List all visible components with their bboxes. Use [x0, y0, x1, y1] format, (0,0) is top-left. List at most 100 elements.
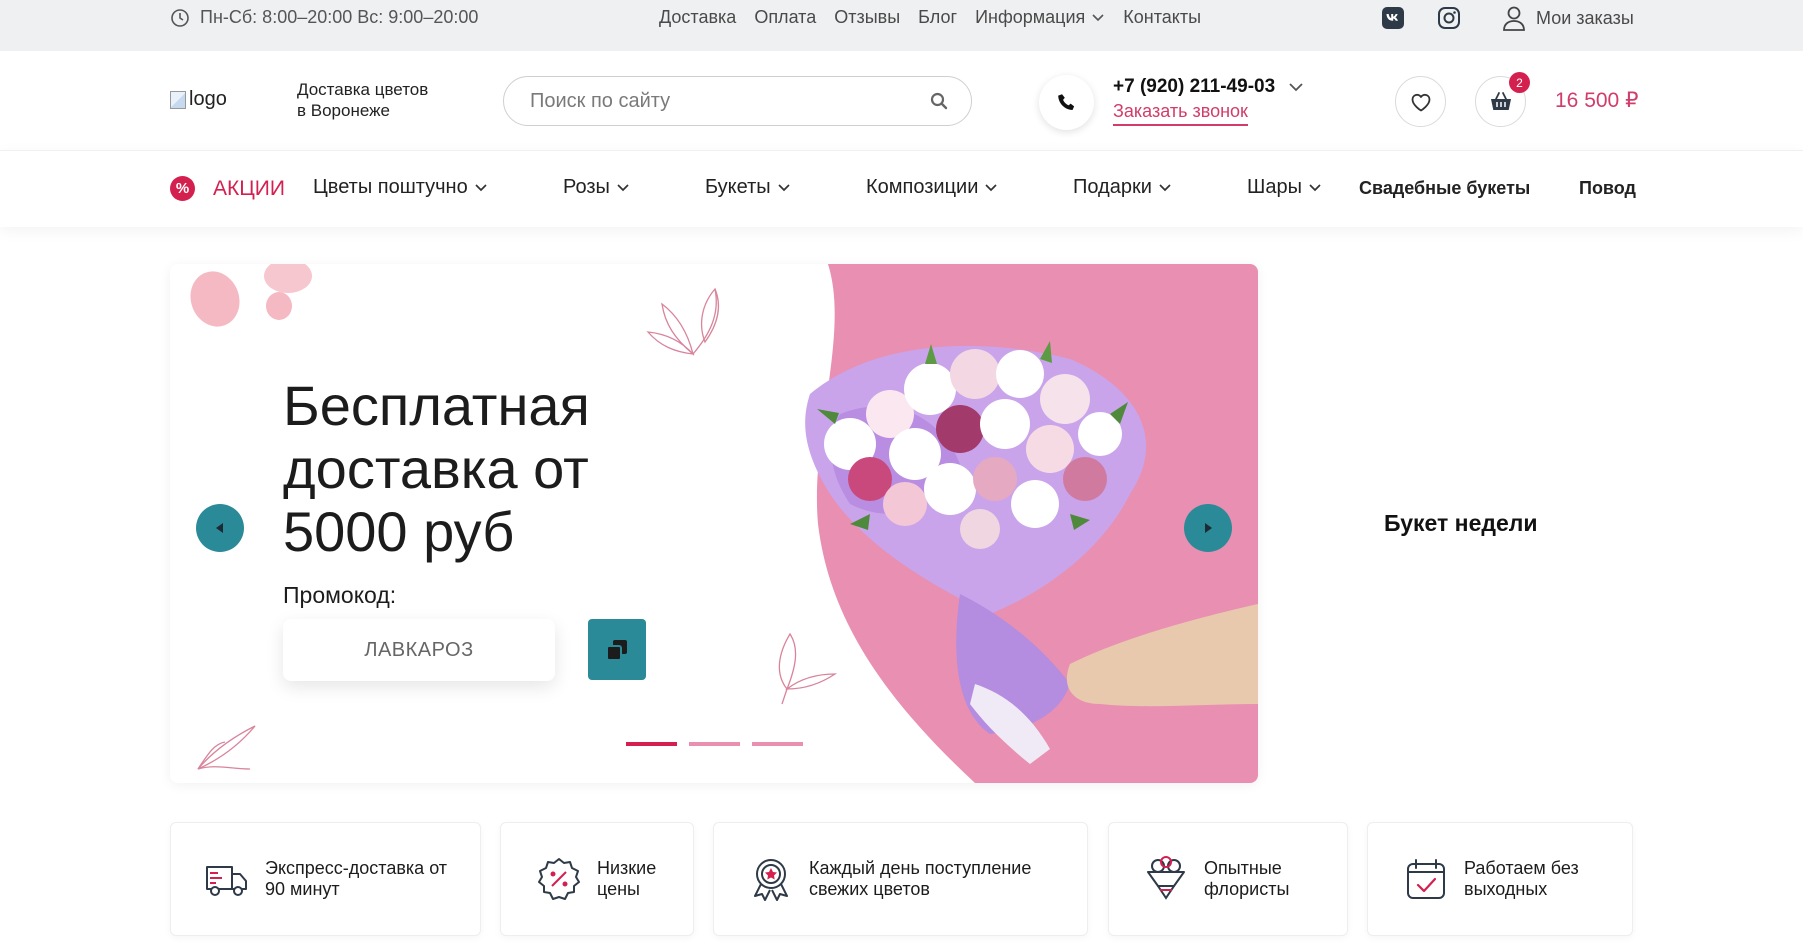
nav-compositions[interactable]: Композиции — [866, 176, 998, 199]
feature-text: Экспресс-доставка от 90 минут — [265, 858, 447, 900]
nav-label: Цветы поштучно — [313, 176, 468, 198]
nav-promotions[interactable]: % АКЦИИ — [170, 176, 285, 201]
user-icon — [1503, 6, 1525, 31]
tagline: Доставка цветов в Воронеже — [297, 79, 428, 121]
instagram-icon[interactable] — [1437, 6, 1461, 30]
percent-icon: % — [170, 176, 195, 201]
vk-icon[interactable] — [1381, 6, 1405, 30]
slider-dot[interactable] — [626, 742, 677, 746]
top-nav-info-label: Информация — [975, 7, 1086, 27]
cart-total[interactable]: 16 500 ₽ — [1555, 88, 1638, 113]
top-nav-blog[interactable]: Блог — [918, 7, 957, 28]
nav-single-flowers[interactable]: Цветы поштучно — [313, 176, 488, 199]
nav-label: Букеты — [705, 176, 771, 198]
working-hours-text: Пн-Сб: 8:00–20:00 Вс: 9:00–20:00 — [200, 7, 479, 27]
truck-icon — [206, 866, 247, 896]
feature-text: Каждый день поступление свежих цветов — [809, 858, 1031, 900]
slider-dot[interactable] — [689, 742, 740, 746]
chevron-down-icon — [985, 183, 998, 191]
award-icon — [754, 859, 788, 901]
request-callback-link[interactable]: Заказать звонок — [1113, 101, 1248, 126]
copy-promo-button[interactable] — [588, 619, 646, 680]
feature-text: Опытные флористы — [1204, 858, 1289, 900]
hero-title-line-1: Бесплатная — [283, 374, 590, 437]
hero-title-line-2: доставка от — [283, 437, 589, 500]
basket-icon — [1490, 91, 1511, 110]
slider-pagination — [626, 742, 803, 746]
nav-label: Розы — [563, 176, 610, 198]
feature-line: цены — [597, 879, 640, 899]
feature-card: Низкие цены — [500, 822, 694, 936]
phone-number-text: +7 (920) 211-49-03 — [1113, 76, 1276, 97]
nav-wedding-bouquets[interactable]: Свадебные букеты — [1359, 178, 1530, 199]
bouquet-of-the-week-title[interactable]: Букет недели — [1384, 510, 1538, 537]
feature-text: Низкие цены — [597, 858, 656, 900]
favorites-button[interactable] — [1395, 76, 1446, 127]
arrow-left-icon — [216, 523, 223, 533]
tagline-line-1: Доставка цветов — [297, 80, 429, 99]
logo[interactable]: logo — [170, 88, 227, 111]
top-nav-payment[interactable]: Оплата — [754, 7, 816, 28]
feature-card: Каждый день поступление свежих цветов — [713, 822, 1088, 936]
broken-image-icon — [170, 90, 186, 109]
top-nav: Доставка Оплата Отзывы Блог Информация К… — [659, 7, 1201, 28]
cart-button[interactable]: 2 — [1475, 72, 1530, 127]
feature-card: Экспресс-доставка от 90 минут — [170, 822, 481, 936]
main-nav: % АКЦИИ Цветы поштучно Розы Букеты Компо… — [0, 150, 1803, 227]
discount-icon — [538, 858, 580, 900]
top-nav-reviews[interactable]: Отзывы — [834, 7, 900, 28]
chevron-down-icon[interactable] — [1287, 78, 1305, 96]
phone-icon — [1057, 93, 1074, 110]
nav-gifts[interactable]: Подарки — [1073, 176, 1172, 199]
hero-slider: Бесплатная доставка от 5000 руб Промокод… — [170, 264, 1258, 783]
feature-line: выходных — [1464, 879, 1548, 899]
top-nav-info[interactable]: Информация — [975, 7, 1105, 28]
phone-number[interactable]: +7 (920) 211-49-03 — [1113, 76, 1305, 98]
search-icon[interactable] — [929, 91, 949, 111]
phone-button[interactable] — [1039, 75, 1094, 130]
feature-line: Каждый день поступление — [809, 858, 1032, 878]
arrow-right-icon — [1205, 523, 1212, 533]
social-links — [1381, 6, 1461, 30]
clock-icon — [171, 8, 189, 27]
feature-line: Низкие — [597, 858, 657, 878]
hero-title-line-3: 5000 руб — [283, 500, 515, 563]
feature-line: Работаем без — [1464, 858, 1579, 878]
chevron-down-icon — [1092, 13, 1104, 21]
nav-balloons[interactable]: Шары — [1247, 176, 1322, 199]
working-hours: Пн-Сб: 8:00–20:00 Вс: 9:00–20:00 — [170, 7, 478, 28]
top-nav-contacts[interactable]: Контакты — [1123, 7, 1201, 28]
feature-line: Экспресс-доставка от — [265, 858, 448, 878]
feature-card: Работаем без выходных — [1367, 822, 1633, 936]
feature-line: флористы — [1204, 879, 1290, 899]
top-nav-delivery[interactable]: Доставка — [659, 7, 736, 28]
feature-line: 90 минут — [265, 879, 340, 899]
feature-card: Опытные флористы — [1108, 822, 1348, 936]
chevron-down-icon — [778, 183, 790, 191]
hero-title: Бесплатная доставка от 5000 руб — [283, 374, 590, 563]
slider-next-button[interactable] — [1184, 504, 1232, 552]
nav-label: Подарки — [1073, 176, 1152, 198]
slider-dot[interactable] — [752, 742, 803, 746]
nav-occasion[interactable]: Повод — [1579, 178, 1636, 199]
search-input[interactable] — [530, 89, 929, 113]
bouquet-icon — [1147, 856, 1185, 900]
calendar-icon — [1407, 859, 1445, 899]
slider-prev-button[interactable] — [196, 504, 244, 552]
chevron-down-icon — [1159, 183, 1171, 191]
cart-count-badge: 2 — [1509, 72, 1530, 93]
site-header: logo Доставка цветов в Воронеже +7 (920)… — [0, 51, 1803, 150]
chevron-down-icon — [475, 183, 487, 191]
nav-roses[interactable]: Розы — [563, 176, 630, 199]
search-box — [503, 76, 972, 126]
nav-label: Шары — [1247, 176, 1302, 198]
heart-icon — [1411, 93, 1430, 111]
nav-bouquets[interactable]: Букеты — [705, 176, 791, 199]
feature-line: свежих цветов — [809, 879, 930, 899]
promo-code-field[interactable]: ЛАВКАРОЗ — [283, 619, 555, 681]
logo-alt-text: logo — [189, 88, 227, 110]
my-orders-link[interactable]: Мои заказы — [1502, 5, 1634, 31]
my-orders-label: Мои заказы — [1536, 7, 1634, 28]
chevron-down-icon — [1309, 183, 1321, 191]
nav-label: Композиции — [866, 176, 979, 198]
